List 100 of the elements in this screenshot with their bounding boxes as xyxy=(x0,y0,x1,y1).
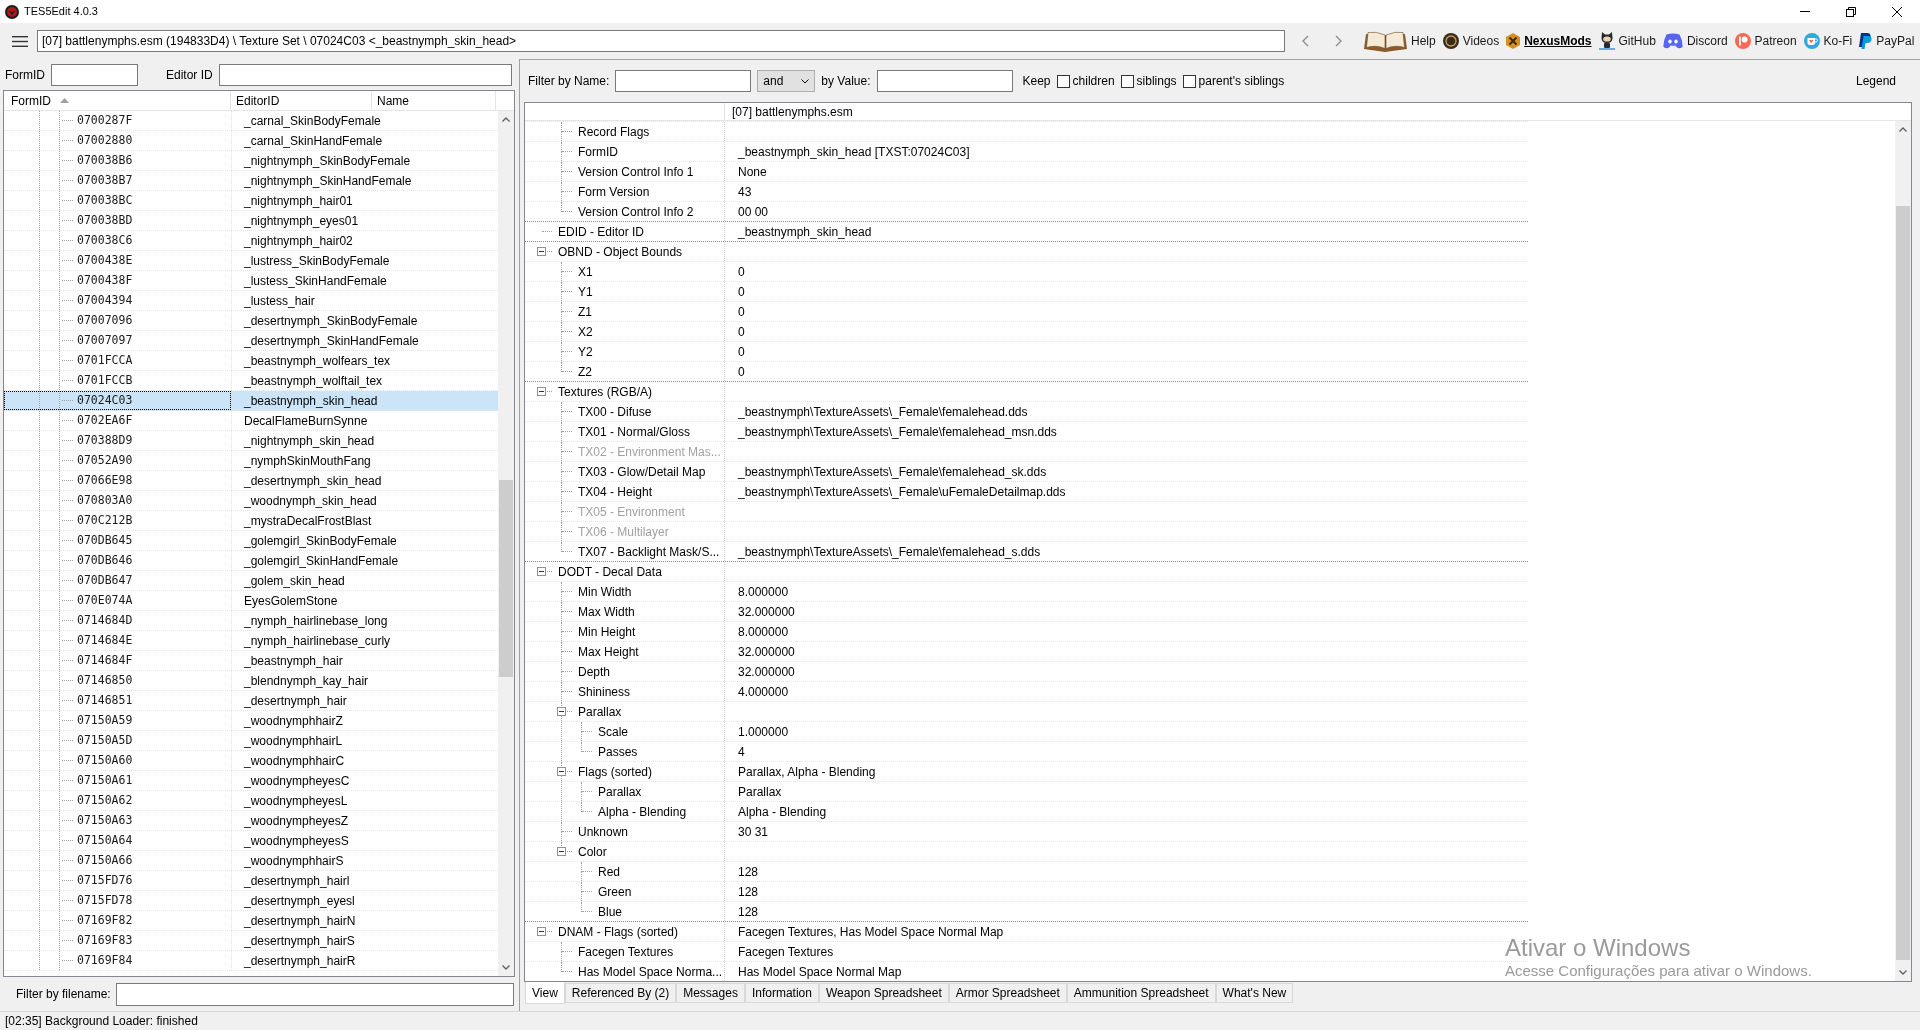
list-row[interactable]: 0700287F _carnal_SkinBodyFemale xyxy=(4,111,498,131)
list-row[interactable]: 070038BC _nightnymph_hair01 xyxy=(4,191,498,211)
scrollbar-thumb[interactable] xyxy=(1896,206,1910,960)
scrollbar-thumb[interactable] xyxy=(499,480,513,677)
scroll-down-icon[interactable] xyxy=(1899,970,1907,975)
minus-box-icon[interactable] xyxy=(557,847,566,856)
list-row[interactable]: 070DB646 _golemgirl_SkinHandFemale xyxy=(4,551,498,571)
scrollbar[interactable] xyxy=(498,111,514,976)
editorid-field[interactable] xyxy=(218,63,512,86)
tab[interactable]: Messages xyxy=(676,983,745,1003)
field-value: 43 xyxy=(738,183,752,201)
checkbox-label[interactable]: children xyxy=(1072,72,1115,90)
minus-box-icon[interactable] xyxy=(537,247,546,256)
list-row[interactable]: 07150A62 _woodnympheyesL xyxy=(4,791,498,811)
list-row[interactable]: 0714684D _nymph_hairlinebase_long xyxy=(4,611,498,631)
tab[interactable]: Weapon Spreadsheet xyxy=(818,983,949,1003)
minus-box-icon[interactable] xyxy=(537,567,546,576)
list-row[interactable]: 07150A5D _woodnymphhairL xyxy=(4,731,498,751)
list-row[interactable]: 070803A0 _woodnymph_skin_head xyxy=(4,491,498,511)
list-row[interactable]: 0715FD78 _desertnymph_eyesl xyxy=(4,891,498,911)
form-id: 070388D9 xyxy=(77,431,133,449)
checkbox[interactable] xyxy=(1120,74,1134,88)
toolbar-link[interactable]: Videos xyxy=(1442,32,1500,50)
scrollbar[interactable] xyxy=(1895,121,1911,981)
name-filter-field[interactable] xyxy=(615,70,752,92)
list-row[interactable]: 0714684E _nymph_hairlinebase_curly xyxy=(4,631,498,651)
column-header[interactable]: EditorID xyxy=(231,91,372,110)
path-field[interactable]: [07] battlenymphs.esm (194833D4) \ Texture Set \ 07024C03 <_beastnymph_skin_head> xyxy=(37,30,1285,52)
list-row[interactable]: 07146851 _desertnymph_hair xyxy=(4,691,498,711)
list-row[interactable]: 07024C03 _beastnymph_skin_head xyxy=(4,391,498,411)
list-row[interactable]: 07150A60 _woodnymphhairC xyxy=(4,751,498,771)
value-filter-field[interactable] xyxy=(876,70,1013,92)
tab[interactable]: View xyxy=(525,982,565,1004)
legend-button[interactable]: Legend xyxy=(1847,70,1904,92)
list-row[interactable]: 070C212B _mystraDecalFrostBlast xyxy=(4,511,498,531)
list-row[interactable]: 07150A59 _woodnymphhairZ xyxy=(4,711,498,731)
checkbox-label[interactable]: parent's siblings xyxy=(1198,72,1285,90)
field-label: TX05 - Environment xyxy=(578,503,685,521)
list-row[interactable]: 07150A63 _woodnympheyesZ xyxy=(4,811,498,831)
list-row[interactable]: 07002880 _carnal_SkinHandFemale xyxy=(4,131,498,151)
checkbox[interactable] xyxy=(1182,74,1196,88)
minus-box-icon[interactable] xyxy=(557,707,566,716)
list-row[interactable]: 070DB645 _golemgirl_SkinBodyFemale xyxy=(4,531,498,551)
list-row[interactable]: 070DB647 _golem_skin_head xyxy=(4,571,498,591)
tab[interactable]: Referenced By (2) xyxy=(564,983,677,1003)
list-row[interactable]: 07007097 _desertnymph_SkinHandFemale xyxy=(4,331,498,351)
list-row[interactable]: 070038B6 _nightnymph_SkinBodyFemale xyxy=(4,151,498,171)
list-row[interactable]: 07169F84 _desertnymph_hairR xyxy=(4,951,498,971)
tab[interactable]: What's New xyxy=(1215,983,1294,1003)
list-row[interactable]: 07150A61 _woodnympheyesC xyxy=(4,771,498,791)
list-row[interactable]: 0714684F _beastnymph_hair xyxy=(4,651,498,671)
caret-icon xyxy=(801,78,810,84)
toolbar-link[interactable]: Discord xyxy=(1662,32,1728,50)
formid-field[interactable] xyxy=(51,63,138,86)
list-row[interactable]: 070038B7 _nightnymph_SkinHandFemale xyxy=(4,171,498,191)
toolbar-link[interactable]: GitHub xyxy=(1598,32,1656,50)
tab[interactable]: Information xyxy=(744,983,819,1003)
list-row[interactable]: 0700438E _lustress_SkinBodyFemale xyxy=(4,251,498,271)
toolbar-link[interactable]: NexusMods xyxy=(1506,32,1592,50)
list-row[interactable]: 0700438F _lustess_SkinHandFemale xyxy=(4,271,498,291)
minus-box-icon[interactable] xyxy=(537,387,546,396)
toolbar-link[interactable]: Patreon xyxy=(1734,32,1797,50)
chevron-right-icon xyxy=(1334,35,1342,47)
list-row[interactable]: 0701FCCA _beastnymph_wolfears_tex xyxy=(4,351,498,371)
list-row[interactable]: 07007096 _desertnymph_SkinBodyFemale xyxy=(4,311,498,331)
form-id: 07169F84 xyxy=(77,951,133,969)
toolbar-link[interactable]: PayPal xyxy=(1859,32,1915,50)
minus-box-icon[interactable] xyxy=(537,927,546,936)
operator-dropdown[interactable]: and xyxy=(757,70,816,92)
list-row[interactable]: 0702EA6F DecalFlameBurnSynne xyxy=(4,411,498,431)
tab[interactable]: Ammunition Spreadsheet xyxy=(1066,983,1216,1003)
list-row[interactable]: 07146850 _blendnymph_kay_hair xyxy=(4,671,498,691)
list-row[interactable]: 070038C6 _nightnymph_hair02 xyxy=(4,231,498,251)
list-row[interactable]: 07150A64 _woodnympheyesS xyxy=(4,831,498,851)
list-row[interactable]: 070E074A EyesGolemStone xyxy=(4,591,498,611)
checkbox-label[interactable]: siblings xyxy=(1136,72,1177,90)
checkbox[interactable] xyxy=(1056,74,1070,88)
list-row[interactable]: 0701FCCB _beastnymph_wolftail_tex xyxy=(4,371,498,391)
list-row[interactable]: 070388D9 _nightnymph_skin_head xyxy=(4,431,498,451)
tab[interactable]: Armor Spreadsheet xyxy=(948,983,1067,1003)
scroll-up-icon[interactable] xyxy=(502,117,510,122)
list-row[interactable]: 07169F83 _desertnymph_hairS xyxy=(4,931,498,951)
column-header[interactable]: Name xyxy=(372,91,496,110)
list-row[interactable]: 07169F82 _desertnymph_hairN xyxy=(4,911,498,931)
scroll-down-icon[interactable] xyxy=(502,965,510,970)
column-header[interactable]: FormID xyxy=(4,91,231,110)
field-value: 8.000000 xyxy=(738,583,789,601)
list-row[interactable]: 07150A66 _woodnymphhairS xyxy=(4,851,498,871)
list-row[interactable]: 070038BD _nightnymph_eyes01 xyxy=(4,211,498,231)
list-row[interactable]: 07004394 _lustess_hair xyxy=(4,291,498,311)
minus-box-icon[interactable] xyxy=(557,767,566,776)
scroll-up-icon[interactable] xyxy=(1899,127,1907,132)
toolbar-link[interactable]: Ko-Fi xyxy=(1803,32,1853,50)
filename-filter-field[interactable] xyxy=(115,982,514,1006)
list-row[interactable]: 0715FD76 _desertnymph_hairl xyxy=(4,871,498,891)
list-row[interactable]: 07052A90 _nymphSkinMouthFang xyxy=(4,451,498,471)
toolbar-link[interactable]: Help xyxy=(1364,30,1436,52)
list-row[interactable]: 07066E98 _desertnymph_skin_head xyxy=(4,471,498,491)
form-id: 070DB647 xyxy=(77,571,133,589)
field-label: Y1 xyxy=(578,283,593,301)
